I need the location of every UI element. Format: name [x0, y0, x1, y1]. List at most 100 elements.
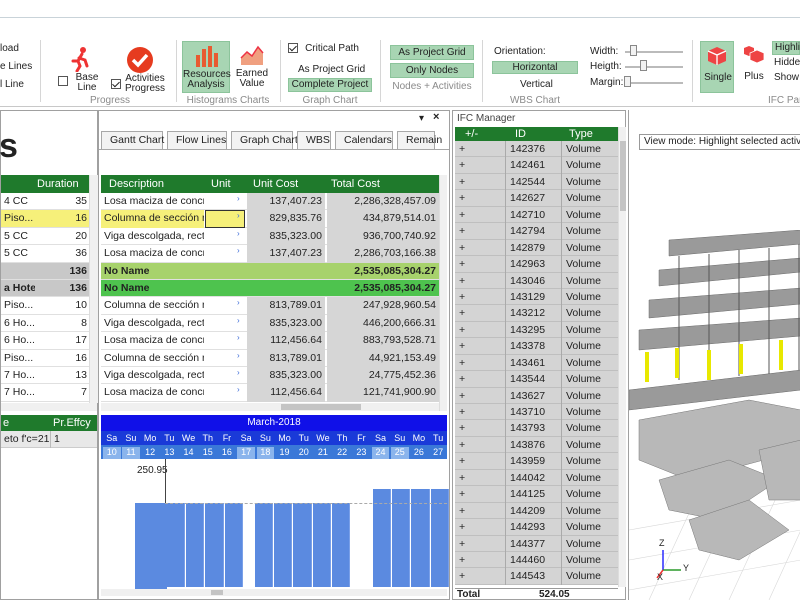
panel-dropdown-icon[interactable]: ▾ [419, 113, 424, 124]
unit-dropdown-arrow-icon[interactable]: › [237, 211, 240, 220]
tab-flow-lines[interactable]: Flow Lines [167, 131, 227, 149]
histogram-hscroll-thumb[interactable] [211, 590, 223, 595]
ifc-grid-row[interactable]: +143710 Volume [455, 404, 618, 421]
expand-toggle[interactable]: + [459, 223, 465, 239]
expand-toggle[interactable]: + [459, 371, 465, 387]
cost-grid-row[interactable]: Losa maciza de concret › 112,456.64 883,793… [101, 332, 439, 350]
left-grid-row[interactable]: 136 [1, 262, 89, 280]
vertical-option[interactable]: Vertical [520, 79, 553, 90]
unit-header[interactable]: Unit [211, 178, 231, 190]
ifc-option-show[interactable]: Show [774, 72, 799, 83]
ifc-grid-row[interactable]: +144293 Volume [455, 519, 618, 536]
ifc-grid-row[interactable]: +144042 Volume [455, 469, 618, 487]
expand-toggle[interactable]: + [459, 453, 465, 469]
ifc-grid-row[interactable]: +143959 Volume [455, 453, 618, 470]
expand-toggle[interactable]: + [459, 256, 465, 272]
expand-toggle[interactable]: + [459, 207, 465, 223]
close-icon[interactable]: × [433, 111, 439, 123]
id-header[interactable]: ID [515, 128, 526, 140]
ifc-grid-row[interactable]: +144543 Volume [455, 568, 618, 585]
duration-header[interactable]: Duration [37, 178, 79, 190]
cost-grid-row[interactable]: Columna de sección rec › 829,835.76434,879… [101, 210, 439, 228]
baseline-checkbox[interactable] [58, 76, 68, 86]
ribbon-left-item-3[interactable]: l Line [0, 79, 24, 90]
expand-toggle[interactable]: + [459, 420, 465, 436]
tab-wbs[interactable]: WBS [297, 131, 331, 149]
left-bottom-row[interactable]: eto f'c=210 1 [1, 431, 97, 448]
left-grid-hscrollbar[interactable] [1, 403, 97, 411]
ifc-grid-row[interactable]: +143378 Volume [455, 338, 618, 355]
ifc-grid-row[interactable]: +143295 Volume [455, 321, 618, 339]
height-slider[interactable] [625, 66, 683, 68]
ifc-grid-row[interactable]: +144125 Volume [455, 486, 618, 503]
nodes-as-project-grid-option[interactable]: As Project Grid [390, 45, 474, 60]
ifc-plus-button[interactable]: Plus [738, 41, 770, 93]
expand-toggle[interactable]: + [459, 470, 465, 486]
cost-grid-hscrollbar[interactable] [101, 403, 439, 411]
cost-grid-hscroll-thumb[interactable] [281, 404, 361, 410]
expand-toggle[interactable]: + [459, 568, 465, 584]
ifc-option-hidden[interactable]: Hidde [774, 57, 800, 68]
left-grid-row[interactable]: Piso... 10 [1, 297, 89, 315]
width-slider-thumb[interactable] [630, 45, 637, 56]
ifc-vscroll-thumb[interactable] [620, 141, 626, 211]
left-grid-row[interactable]: Piso... 16 [1, 210, 89, 228]
ifc-single-button[interactable]: Single [700, 41, 734, 93]
activities-progress-checkbox[interactable] [111, 79, 121, 89]
unit-dropdown-arrow-icon[interactable]: › [237, 333, 240, 342]
cost-grid-row[interactable]: Columna de sección rec › 813,789.0144,921,… [101, 349, 439, 367]
cost-grid-row[interactable]: Viga descolgada, recta, › 835,323.00 936,70… [101, 227, 439, 246]
only-nodes-option[interactable]: Only Nodes [390, 63, 474, 78]
complete-project-option[interactable]: Complete Project [288, 78, 372, 92]
unit-cell[interactable] [205, 280, 245, 297]
expand-toggle[interactable]: + [459, 503, 465, 519]
pr-effcy-header[interactable]: Pr.Effcy [53, 417, 91, 429]
ifc-grid-row[interactable]: +143461 Volume [455, 354, 618, 372]
description-header[interactable]: Description [109, 178, 164, 190]
expand-toggle[interactable]: + [459, 338, 465, 354]
expand-toggle[interactable]: + [459, 536, 465, 552]
unit-cell[interactable] [205, 263, 245, 280]
ifc-grid-row[interactable]: +142710 Volume [455, 206, 618, 224]
ifc-grid-row[interactable]: +143627 Volume [455, 387, 618, 405]
unit-dropdown-arrow-icon[interactable]: › [237, 298, 240, 307]
left-grid-row[interactable]: 6 Ho... 8 [1, 314, 89, 333]
expand-toggle[interactable]: + [459, 388, 465, 404]
expand-toggle[interactable]: + [459, 404, 465, 420]
plus-minus-header[interactable]: +/- [465, 128, 478, 140]
cost-grid-row[interactable]: Losa maciza de concret › 112,456.64 121,741… [101, 384, 439, 402]
cost-grid-row[interactable]: No Name 2,535,085,304.27 [101, 279, 439, 298]
cost-grid-row[interactable]: Viga descolgada, recta, › 835,323.00 24,775… [101, 366, 439, 385]
left-grid-row[interactable]: 5 CC 20 [1, 227, 89, 246]
unit-dropdown-arrow-icon[interactable]: › [237, 246, 240, 255]
ifc-grid-row[interactable]: +142461 Volume [455, 157, 618, 174]
total-cost-header[interactable]: Total Cost [331, 178, 380, 190]
ifc-grid-vscrollbar[interactable] [618, 127, 626, 587]
cost-grid-row[interactable]: Viga descolgada, recta, › 835,323.00 446,20… [101, 314, 439, 333]
graph-as-project-grid-option[interactable]: As Project Grid [298, 64, 365, 75]
unit-cost-header[interactable]: Unit Cost [253, 178, 298, 190]
expand-toggle[interactable]: + [459, 552, 465, 568]
unit-dropdown-arrow-icon[interactable]: › [237, 194, 240, 203]
horizontal-option[interactable]: Horizontal [492, 61, 578, 74]
activities-progress-button[interactable]: Activities Progress [110, 44, 168, 96]
unit-dropdown-arrow-icon[interactable]: › [237, 316, 240, 325]
ifc-grid-row[interactable]: +142544 Volume [455, 173, 618, 191]
ifc-grid-row[interactable]: +142376 Volume [455, 141, 618, 158]
left-grid-row[interactable]: 7 Ho... 13 [1, 366, 89, 385]
expand-toggle[interactable]: + [459, 190, 465, 206]
left-grid-row[interactable]: Piso... 16 [1, 349, 89, 367]
resources-analysis-button[interactable]: Resources Analysis [182, 41, 231, 93]
margin-slider[interactable] [625, 82, 683, 84]
ifc-grid-row[interactable]: +142627 Volume [455, 190, 618, 207]
type-header[interactable]: Type [569, 128, 593, 140]
cost-grid-row[interactable]: Losa maciza de concret › 137,407.23 2,286,7… [101, 245, 439, 263]
left-grid-row[interactable]: 5 CC 36 [1, 245, 89, 263]
ifc-grid-row[interactable]: +143876 Volume [455, 436, 618, 454]
ifc-option-highlight[interactable]: Highlig [772, 41, 800, 55]
unit-dropdown-arrow-icon[interactable]: › [237, 385, 240, 394]
ifc-grid-row[interactable]: +143544 Volume [455, 371, 618, 388]
ifc-grid-row[interactable]: +144377 Volume [455, 535, 618, 552]
margin-slider-thumb[interactable] [624, 76, 631, 87]
left-grid-row[interactable]: a Hotel 136 [1, 279, 89, 298]
